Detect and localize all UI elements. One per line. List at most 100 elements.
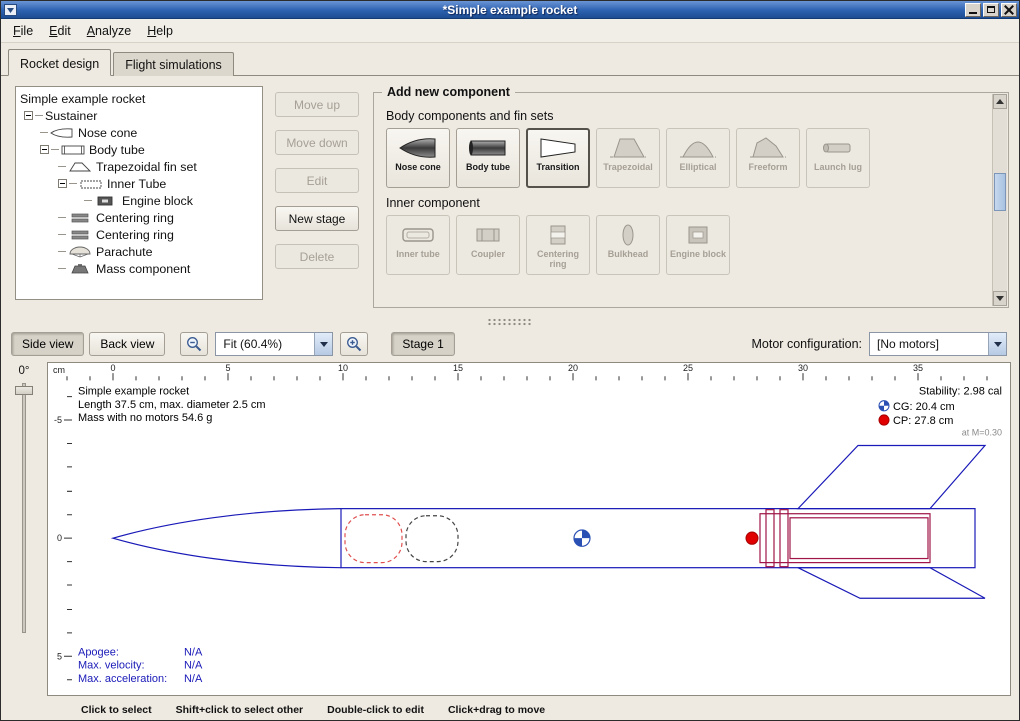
motor-configuration-select[interactable]: [No motors]: [869, 332, 1007, 356]
tree-item-parachute[interactable]: Parachute: [16, 243, 262, 260]
add-nose-cone-button[interactable]: Nose cone: [386, 128, 450, 188]
cp-text: CP: 27.8 cm: [893, 415, 953, 427]
cp-marker: [746, 532, 758, 544]
inner-components-row: Inner tube Coupler Centering ring Bulkhe…: [386, 215, 986, 275]
menu-help[interactable]: Help: [139, 21, 181, 41]
window-menu-icon: [4, 4, 17, 16]
rocket-drawing[interactable]: cm 0 5 10 15 20 25 30 35 -5 0 5: [47, 362, 1011, 696]
tree-item-nose-cone[interactable]: Nose cone: [16, 124, 262, 141]
centering-ring-outline[interactable]: [766, 510, 774, 567]
maximize-button[interactable]: [983, 3, 999, 17]
back-view-button[interactable]: Back view: [89, 332, 165, 356]
menu-analyze[interactable]: Analyze: [79, 21, 139, 41]
add-coupler-button[interactable]: Coupler: [456, 215, 520, 275]
inner-tube-outline[interactable]: [760, 514, 930, 563]
split-divider[interactable]: [1, 316, 1019, 328]
app-icon[interactable]: [3, 3, 18, 17]
tree-item-centering-ring-2[interactable]: Centering ring: [16, 226, 262, 243]
move-up-button[interactable]: Move up: [275, 92, 359, 117]
ruler-label: 25: [683, 363, 693, 373]
centering-ring-outline[interactable]: [780, 510, 788, 567]
motor-configuration-label: Motor configuration:: [752, 337, 862, 351]
fin-top-outline[interactable]: [798, 445, 985, 508]
hint-double-click: Double-click to edit: [327, 704, 424, 716]
add-inner-tube-button[interactable]: Inner tube: [386, 215, 450, 275]
move-down-button[interactable]: Move down: [275, 130, 359, 155]
tree-item-inner-tube[interactable]: Inner Tube: [16, 175, 262, 192]
rocket-figure[interactable]: cm 0 5 10 15 20 25 30 35 -5 0 5: [48, 363, 1010, 695]
zoom-out-icon: [186, 336, 202, 352]
minimize-button[interactable]: [965, 3, 981, 17]
delete-button[interactable]: Delete: [275, 244, 359, 269]
body-tube-icon: [61, 144, 85, 156]
rocket-name-text: Simple example rocket: [78, 385, 189, 397]
tab-rocket-design[interactable]: Rocket design: [8, 49, 111, 76]
engine-block-outline[interactable]: [790, 518, 928, 559]
mass-component-outline[interactable]: [406, 516, 458, 562]
tree-item-mass-component[interactable]: Mass component: [16, 260, 262, 277]
add-transition-button[interactable]: Transition: [526, 128, 590, 188]
inner-component-label: Inner component: [386, 196, 986, 210]
fin-bottom-outline[interactable]: [798, 568, 985, 599]
tab-flight-simulations[interactable]: Flight simulations: [113, 52, 234, 76]
add-trapezoidal-fin-button[interactable]: Trapezoidal: [596, 128, 660, 188]
engine-block-icon: [678, 222, 718, 248]
add-launch-lug-button[interactable]: Launch lug: [806, 128, 870, 188]
parachute-outline[interactable]: [345, 515, 402, 563]
tree-item-rocket-root[interactable]: Simple example rocket: [16, 90, 262, 107]
menu-edit[interactable]: Edit: [41, 21, 79, 41]
nose-cone-outline[interactable]: [113, 509, 341, 568]
nose-cone-icon: [398, 135, 438, 161]
menu-file[interactable]: File: [5, 21, 41, 41]
tree-item-trapezoidal-fin-set[interactable]: Trapezoidal fin set: [16, 158, 262, 175]
tree-item-body-tube[interactable]: Body tube: [16, 141, 262, 158]
zoom-out-button[interactable]: [180, 332, 208, 356]
scroll-down-button[interactable]: [993, 291, 1007, 306]
tree-item-centering-ring-1[interactable]: Centering ring: [16, 209, 262, 226]
collapse-toggle-icon[interactable]: [40, 145, 49, 154]
add-freeform-fin-button[interactable]: Freeform: [736, 128, 800, 188]
stage-1-toggle[interactable]: Stage 1: [391, 332, 454, 356]
zoom-select[interactable]: Fit (60.4%): [215, 332, 333, 356]
ruler-label: 30: [798, 363, 808, 373]
rotation-slider-thumb[interactable]: [15, 386, 33, 395]
add-engine-block-button[interactable]: Engine block: [666, 215, 730, 275]
cp-legend-icon: [879, 415, 889, 425]
component-tree[interactable]: Simple example rocket Sustainer Nose con…: [15, 86, 263, 300]
inner-tube-icon: [79, 178, 103, 190]
inner-tube-icon: [398, 222, 438, 248]
rotation-slider[interactable]: [22, 383, 26, 633]
close-icon: [1004, 5, 1014, 15]
minimize-icon: [969, 12, 977, 14]
ruler-major-ticks: [64, 420, 72, 656]
add-body-tube-button[interactable]: Body tube: [456, 128, 520, 188]
edit-button[interactable]: Edit: [275, 168, 359, 193]
divider-grip-icon: [487, 318, 533, 326]
titlebar[interactable]: *Simple example rocket: [1, 1, 1019, 19]
hint-click-select: Click to select: [81, 704, 152, 716]
chevron-down-icon[interactable]: [988, 333, 1006, 355]
apogee-value: N/A: [184, 646, 203, 658]
add-bulkhead-button[interactable]: Bulkhead: [596, 215, 660, 275]
scroll-up-button[interactable]: [993, 94, 1007, 109]
scrollbar-thumb[interactable]: [994, 173, 1006, 211]
tree-item-engine-block[interactable]: Engine block: [16, 192, 262, 209]
bulkhead-icon: [608, 222, 648, 248]
new-stage-button[interactable]: New stage: [275, 206, 359, 231]
menubar: File Edit Analyze Help: [1, 19, 1019, 43]
collapse-toggle-icon[interactable]: [58, 179, 67, 188]
add-elliptical-fin-button[interactable]: Elliptical: [666, 128, 730, 188]
chevron-down-icon[interactable]: [314, 333, 332, 355]
tree-item-sustainer[interactable]: Sustainer: [16, 107, 262, 124]
ruler-label: 5: [225, 363, 230, 373]
ruler-label: 5: [57, 651, 62, 661]
side-view-button[interactable]: Side view: [11, 332, 84, 356]
close-button[interactable]: [1001, 3, 1017, 17]
component-scrollbar[interactable]: [992, 94, 1007, 306]
zoom-in-button[interactable]: [340, 332, 368, 356]
collapse-toggle-icon[interactable]: [24, 111, 33, 120]
zoom-in-icon: [346, 336, 362, 352]
max-velocity-value: N/A: [184, 659, 203, 671]
add-centering-ring-button[interactable]: Centering ring: [526, 215, 590, 275]
freeform-fin-icon: [748, 135, 788, 161]
